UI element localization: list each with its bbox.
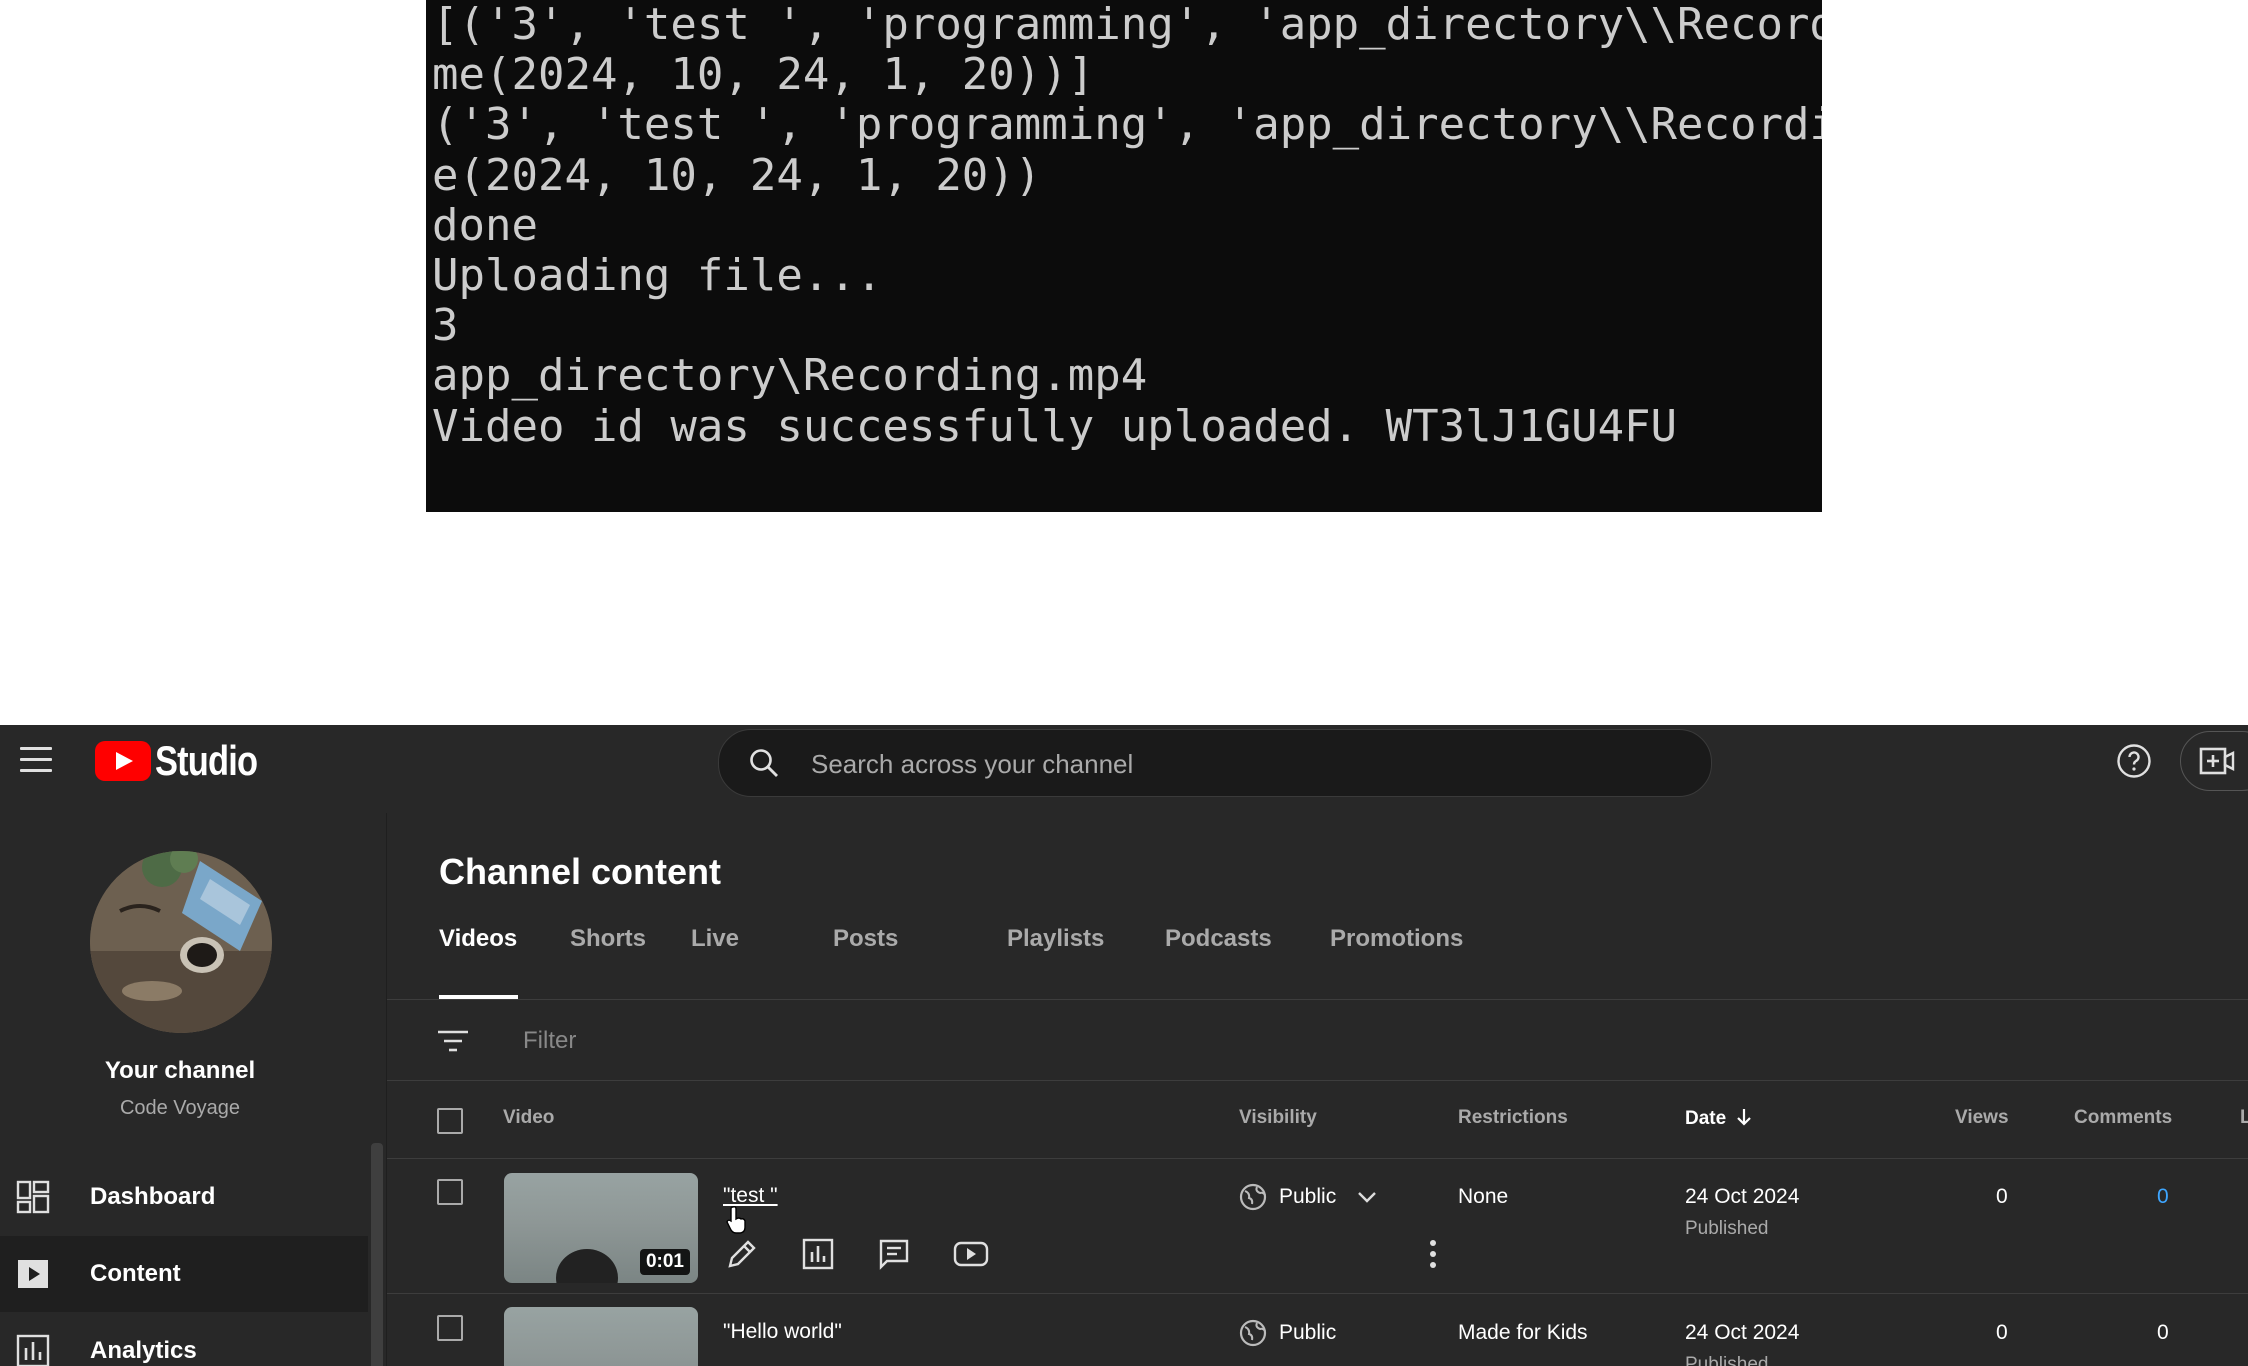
tab-posts[interactable]: Posts: [833, 925, 898, 953]
content-icon: [18, 1260, 48, 1288]
tab-live[interactable]: Live: [691, 925, 739, 953]
comments-value[interactable]: 0: [2157, 1185, 2169, 1209]
filter-icon[interactable]: [437, 1029, 469, 1053]
dashboard-icon: [16, 1180, 50, 1214]
menu-icon[interactable]: [20, 747, 52, 773]
column-header-restrictions[interactable]: Restrictions: [1458, 1107, 1568, 1129]
sidebar-item-label: Content: [90, 1260, 181, 1287]
comments-value: 0: [2157, 1321, 2169, 1344]
chevron-down-icon: [1358, 1192, 1377, 1203]
sidebar-item-dashboard[interactable]: Dashboard: [0, 1159, 368, 1235]
row-checkbox[interactable]: [437, 1315, 463, 1341]
row-checkbox[interactable]: [437, 1179, 463, 1205]
terminal-line: Uploading file...: [432, 250, 883, 302]
globe-icon: [1239, 1319, 1267, 1347]
date-header-label: Date: [1685, 1108, 1727, 1129]
terminal-output: [('3', 'test ', 'programming', 'app_dire…: [426, 0, 1822, 452]
views-value: 0: [1996, 1185, 2008, 1208]
main-content: Channel content Videos Shorts Live Posts…: [387, 813, 2248, 1366]
duration-badge: 0:01: [639, 1249, 690, 1275]
divider: [387, 1158, 2248, 1159]
tab-playlists[interactable]: Playlists: [1007, 925, 1104, 953]
search-icon[interactable]: [749, 748, 779, 778]
channel-name: Code Voyage: [119, 1097, 241, 1119]
analytics-icon: [16, 1334, 50, 1366]
divider: [387, 1080, 2248, 1081]
sidebar: Your channel Code Voyage Dashboard Conte…: [0, 813, 387, 1366]
terminal-line: done: [432, 199, 538, 251]
terminal-line: app_directory\Recording.mp4: [432, 350, 1148, 402]
select-all-checkbox[interactable]: [437, 1108, 463, 1134]
column-header-visibility[interactable]: Visibility: [1239, 1107, 1317, 1129]
youtube-icon[interactable]: [953, 1237, 989, 1271]
globe-icon: [1239, 1183, 1267, 1211]
search-input[interactable]: [809, 730, 1693, 798]
create-button[interactable]: [2180, 731, 2248, 791]
column-header-video: Video: [503, 1107, 555, 1128]
sidebar-item-content[interactable]: Content: [0, 1236, 368, 1312]
tab-podcasts[interactable]: Podcasts: [1165, 925, 1272, 953]
visibility-value: Public: [1279, 1185, 1337, 1208]
terminal-line: 3: [432, 300, 459, 352]
video-thumbnail[interactable]: [504, 1307, 698, 1366]
sidebar-scrollbar[interactable]: [371, 1143, 383, 1366]
video-title[interactable]: "Hello world": [723, 1320, 842, 1344]
visibility-dropdown[interactable]: Public: [1239, 1183, 1378, 1211]
column-header-comments[interactable]: Comments: [2074, 1107, 2172, 1129]
video-thumbnail[interactable]: 0:01: [504, 1173, 698, 1283]
visibility-value: Public: [1279, 1321, 1337, 1344]
help-icon[interactable]: [2116, 743, 2152, 779]
sidebar-item-label: Analytics: [90, 1337, 197, 1364]
studio-logo[interactable]: Studio: [95, 737, 280, 784]
more-options-icon[interactable]: [1423, 1237, 1443, 1271]
youtube-studio-app: Studio Your channel: [0, 725, 2248, 1366]
visibility-dropdown[interactable]: Public: [1239, 1319, 1336, 1347]
terminal-line: me(2024, 10, 24, 1, 20))]: [432, 49, 1095, 101]
sidebar-item-label: Dashboard: [90, 1183, 216, 1210]
comments-icon[interactable]: [877, 1237, 911, 1271]
terminal-line: e(2024, 10, 24, 1, 20)): [432, 149, 1042, 201]
thumbnail-subject: [556, 1249, 618, 1283]
terminal-line: Video id was successfully uploaded. WT3l…: [432, 400, 1678, 452]
avatar-image: [90, 851, 272, 1033]
terminal-line: [('3', 'test ', 'programming', 'app_dire…: [432, 0, 1822, 50]
sort-down-icon: [1737, 1109, 1751, 1126]
column-header-views[interactable]: Views: [1955, 1107, 2009, 1129]
channel-title: Your channel: [104, 1057, 256, 1084]
date-value: 24 Oct 2024: [1685, 1185, 1800, 1208]
tab-videos[interactable]: Videos: [439, 925, 517, 953]
hand-cursor-icon: [726, 1206, 746, 1234]
restrictions-value: Made for Kids: [1458, 1321, 1588, 1344]
views-value: 0: [1996, 1321, 2008, 1344]
publish-status: Published: [1685, 1354, 1769, 1366]
column-header-date[interactable]: Date: [1685, 1107, 1754, 1130]
analytics-icon[interactable]: [801, 1237, 835, 1271]
youtube-play-icon: [95, 741, 151, 781]
restrictions-value: None: [1458, 1185, 1509, 1208]
tab-shorts[interactable]: Shorts: [570, 925, 646, 953]
tab-promotions[interactable]: Promotions: [1330, 925, 1463, 953]
top-bar: Studio: [0, 725, 2248, 814]
page-title: Channel content: [439, 851, 722, 892]
terminal-window: [('3', 'test ', 'programming', 'app_dire…: [426, 0, 1822, 512]
filter-input[interactable]: Filter: [523, 1027, 576, 1055]
channel-avatar[interactable]: [90, 851, 272, 1033]
create-video-icon: [2199, 747, 2235, 775]
logo-text: Studio: [155, 737, 258, 784]
date-value: 24 Oct 2024: [1685, 1321, 1800, 1344]
search-bar[interactable]: [718, 729, 1712, 798]
column-header-likes[interactable]: L: [2240, 1107, 2248, 1129]
edit-pencil-icon[interactable]: [725, 1237, 759, 1271]
divider: [387, 999, 2248, 1000]
publish-status: Published: [1685, 1218, 1769, 1239]
terminal-line: ('3', 'test ', 'programming', 'app_direc…: [432, 99, 1822, 151]
sidebar-item-analytics[interactable]: Analytics: [0, 1313, 368, 1366]
divider: [387, 1293, 2248, 1294]
